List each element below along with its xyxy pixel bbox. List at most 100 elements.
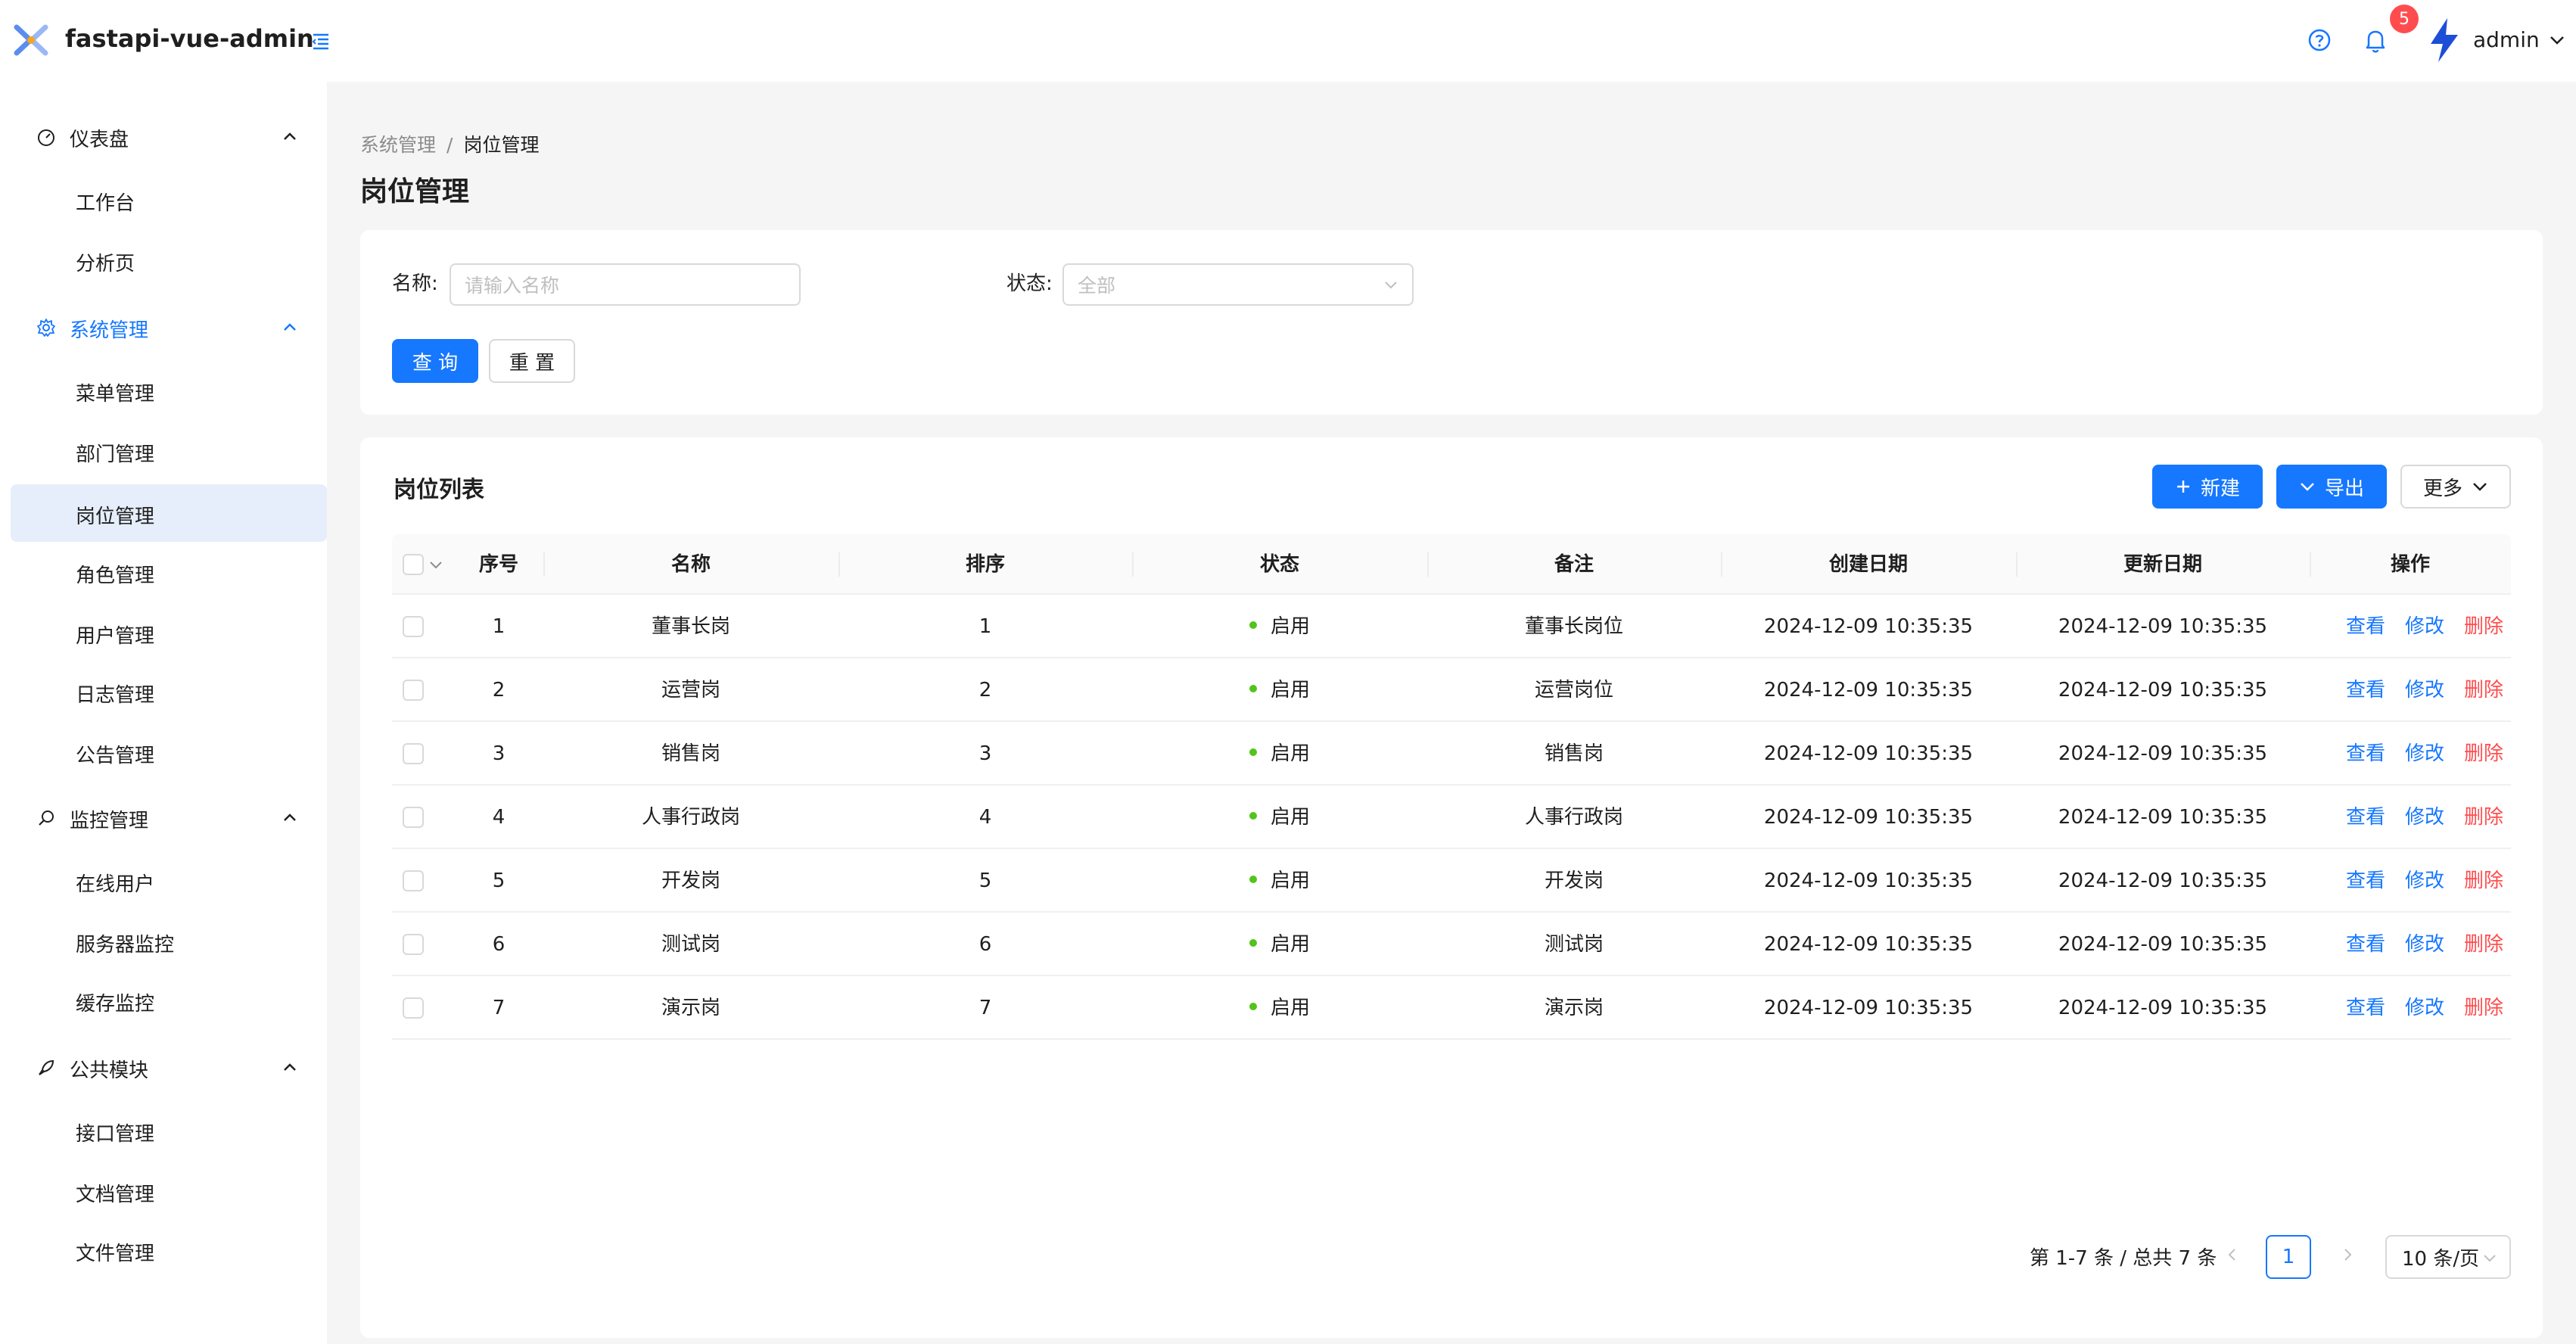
sidebar-item-user[interactable]: 用户管理 [11, 604, 327, 661]
row-checkbox[interactable] [403, 616, 424, 637]
delete-link[interactable]: 删除 [2464, 913, 2503, 976]
status-label: 状态: [1006, 272, 1053, 295]
cell-name: 运营岗 [661, 679, 720, 702]
delete-link[interactable]: 删除 [2464, 658, 2503, 722]
sidebar-item-workbench[interactable]: 工作台 [11, 171, 327, 229]
edit-link[interactable]: 修改 [2405, 913, 2444, 976]
cell-name: 人事行政岗 [641, 806, 740, 829]
cell-status: 启用 [1132, 913, 1427, 976]
cell-name: 销售岗 [661, 742, 720, 765]
cell-updated: 2024-12-09 10:35:35 [2058, 933, 2268, 956]
gear-icon [37, 319, 55, 337]
menu-collapse-icon[interactable] [307, 27, 334, 54]
view-link[interactable]: 查看 [2346, 849, 2385, 913]
edit-link[interactable]: 修改 [2405, 722, 2444, 786]
export-button[interactable]: 导出 [2276, 465, 2387, 509]
more-button-label: 更多 [2422, 477, 2462, 500]
sidebar-item-role[interactable]: 角色管理 [11, 543, 327, 601]
sidebar-item-label: 用户管理 [76, 625, 155, 648]
new-button[interactable]: 新建 [2152, 465, 2263, 509]
table-card: 岗位列表 新建 导出 更多 序号 名称 排序 状态 备注 创建日期 更新日期 操… [360, 437, 2543, 1338]
cell-status: 启用 [1132, 658, 1427, 722]
cell-remark: 运营岗位 [1534, 679, 1613, 702]
query-button[interactable]: 查 询 [392, 339, 478, 383]
status-select[interactable]: 全部 [1062, 263, 1414, 306]
help-icon[interactable] [2307, 27, 2332, 53]
sidebar-item-label: 岗位管理 [76, 506, 155, 528]
view-link[interactable]: 查看 [2346, 913, 2385, 976]
select-all-checkbox[interactable] [403, 554, 424, 575]
chevron-down-icon [2484, 1255, 2496, 1262]
row-checkbox[interactable] [403, 743, 424, 764]
delete-link[interactable]: 删除 [2464, 976, 2503, 1040]
app-logo-icon [14, 24, 48, 56]
avatar[interactable] [2425, 17, 2462, 64]
cell-order: 7 [978, 997, 992, 1019]
view-link[interactable]: 查看 [2346, 976, 2385, 1040]
sidebar-item-notice[interactable]: 公告管理 [11, 723, 327, 781]
delete-link[interactable]: 删除 [2464, 849, 2503, 913]
sidebar-item-cache-monitor[interactable]: 缓存监控 [11, 972, 327, 1029]
app-root: fastapi-vue-admin 5 admin 仪表盘 工作台 分析页 系统… [0, 0, 2576, 1344]
column-header: 更新日期 [2123, 553, 2202, 576]
sidebar-item-files[interactable]: 文件管理 [11, 1221, 327, 1279]
sidebar-item-server-monitor[interactable]: 服务器监控 [11, 913, 327, 970]
table-title: 岗位列表 [394, 477, 484, 503]
breadcrumb-parent[interactable]: 系统管理 [360, 134, 436, 156]
chevron-down-icon [2301, 483, 2314, 491]
page-size-select[interactable]: 10 条/页 [2385, 1235, 2511, 1279]
row-checkbox[interactable] [403, 934, 424, 955]
sidebar-group-common[interactable]: 公共模块 [11, 1038, 327, 1096]
sidebar-item-log[interactable]: 日志管理 [11, 663, 327, 720]
row-checkbox[interactable] [403, 807, 424, 828]
delete-link[interactable]: 删除 [2464, 722, 2503, 786]
sidebar-item-dept[interactable]: 部门管理 [11, 422, 327, 480]
edit-link[interactable]: 修改 [2405, 849, 2444, 913]
sidebar-item-label: 服务器监控 [76, 934, 175, 957]
sidebar-item-position[interactable]: 岗位管理 [11, 484, 327, 542]
chevron-right-icon[interactable] [2338, 1246, 2357, 1264]
view-link[interactable]: 查看 [2346, 722, 2385, 786]
view-link[interactable]: 查看 [2346, 595, 2385, 658]
reset-button[interactable]: 重 置 [489, 339, 575, 383]
edit-link[interactable]: 修改 [2405, 976, 2444, 1040]
chevron-left-icon[interactable] [2223, 1246, 2242, 1264]
edit-link[interactable]: 修改 [2405, 595, 2444, 658]
more-button[interactable]: 更多 [2400, 465, 2511, 509]
username: admin [2473, 27, 2540, 52]
column-header: 状态 [1259, 553, 1299, 576]
chevron-down-icon[interactable] [428, 558, 443, 572]
sidebar-item-online-users[interactable]: 在线用户 [11, 852, 327, 910]
sidebar-item-label: 接口管理 [76, 1123, 155, 1146]
status-dot-icon [1249, 938, 1257, 947]
sidebar-group-system[interactable]: 系统管理 [11, 298, 327, 356]
sidebar-item-label: 分析页 [76, 253, 135, 275]
page-size-value: 10 条/页 [2402, 1247, 2480, 1271]
sidebar-group-dashboard[interactable]: 仪表盘 [11, 107, 327, 165]
cell-updated: 2024-12-09 10:35:35 [2058, 997, 2268, 1019]
cell-created: 2024-12-09 10:35:35 [1763, 742, 1974, 765]
column-header: 备注 [1554, 553, 1594, 576]
status-text: 启用 [1270, 615, 1310, 638]
sidebar-item-api[interactable]: 接口管理 [11, 1102, 327, 1159]
edit-link[interactable]: 修改 [2405, 786, 2444, 849]
cell-created: 2024-12-09 10:35:35 [1763, 615, 1974, 638]
delete-link[interactable]: 删除 [2464, 786, 2503, 849]
row-checkbox[interactable] [403, 680, 424, 701]
pagination-page-1[interactable]: 1 [2266, 1235, 2311, 1279]
row-checkbox[interactable] [403, 870, 424, 891]
cell-created: 2024-12-09 10:35:35 [1763, 806, 1974, 829]
user-menu[interactable]: admin [2473, 27, 2565, 52]
view-link[interactable]: 查看 [2346, 658, 2385, 722]
row-checkbox[interactable] [403, 997, 424, 1019]
bell-icon[interactable] [2363, 26, 2388, 54]
sidebar-item-analysis[interactable]: 分析页 [11, 232, 327, 289]
cell-name: 测试岗 [661, 933, 720, 956]
edit-link[interactable]: 修改 [2405, 658, 2444, 722]
view-link[interactable]: 查看 [2346, 786, 2385, 849]
sidebar-group-monitor[interactable]: 监控管理 [11, 789, 327, 846]
sidebar-item-menu[interactable]: 菜单管理 [11, 362, 327, 419]
sidebar-item-docs[interactable]: 文档管理 [11, 1162, 327, 1220]
name-input[interactable]: 请输入名称 [450, 263, 801, 306]
delete-link[interactable]: 删除 [2464, 595, 2503, 658]
